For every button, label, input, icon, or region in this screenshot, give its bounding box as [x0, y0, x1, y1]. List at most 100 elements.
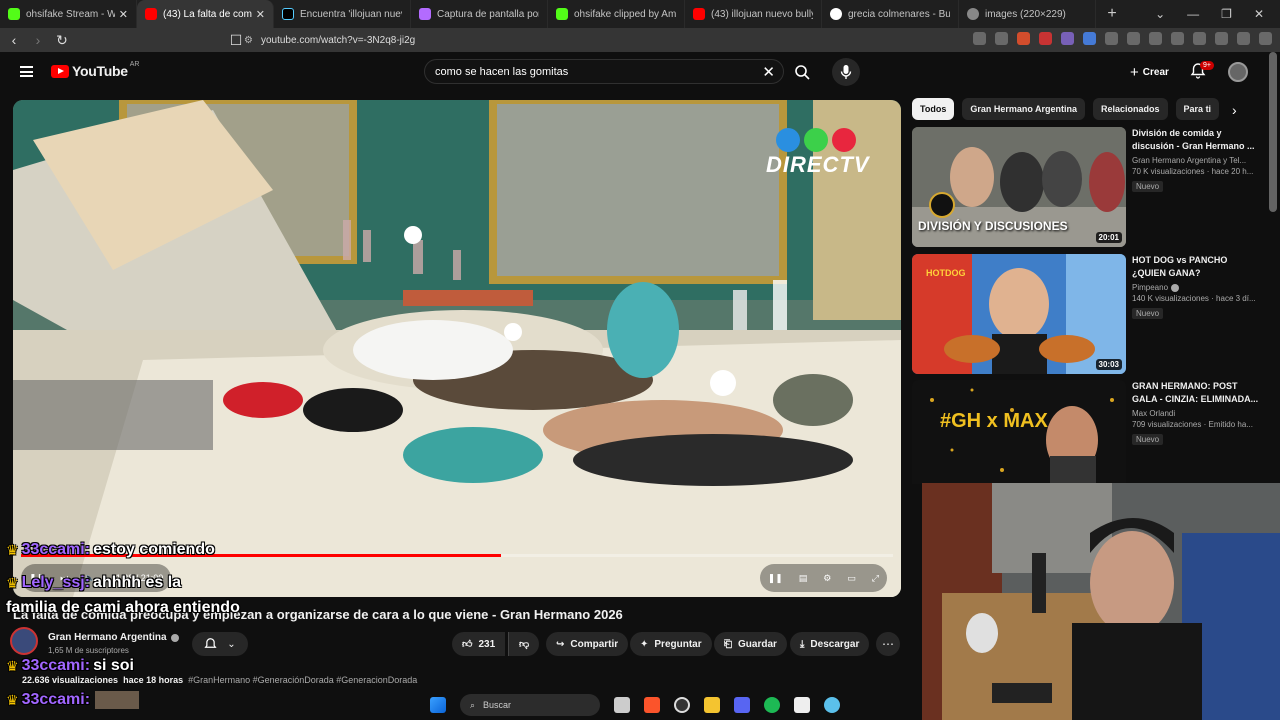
task-view-icon[interactable] [614, 697, 630, 713]
browser-tab[interactable]: (43) illojuan nuevo bully - You [685, 0, 822, 28]
download-button[interactable]: ⤓ Descargar [790, 632, 870, 656]
description-snippet[interactable]: 22.636 visualizaciones hace 18 horas #Gr… [22, 675, 417, 685]
channel-name[interactable]: Gran Hermano Argentina [48, 632, 179, 643]
brave-icon[interactable] [644, 697, 660, 713]
capcut-icon[interactable] [794, 697, 810, 713]
site-info-icon[interactable]: ⚙ [244, 35, 253, 46]
tiktok-icon [282, 8, 294, 20]
share-button[interactable]: ↪ Compartir [546, 632, 629, 656]
back-icon[interactable]: ‹ [4, 30, 24, 50]
chip-relacionados[interactable]: Relacionados [1093, 98, 1168, 120]
video-thumbnail[interactable]: HOTDOG 30:03 [912, 254, 1126, 374]
search-icon: ⌕ [470, 699, 476, 710]
bell-icon [204, 638, 217, 648]
chat-message: ♛ 33ccami: [6, 691, 140, 709]
chevron-right-icon[interactable]: › [1232, 102, 1237, 118]
brave-shield-icon[interactable] [1017, 32, 1030, 45]
extension-icon[interactable] [1083, 32, 1096, 45]
wallet-icon[interactable] [1193, 32, 1206, 45]
chip-todos[interactable]: Todos [912, 98, 955, 120]
fullscreen-icon[interactable]: ⤢ [872, 573, 879, 584]
miniplayer-icon[interactable]: ▭ [847, 573, 856, 584]
recommendation-item[interactable]: DIVISIÓN Y DISCUSIONES 20:01 División de… [912, 127, 1272, 247]
microphone-icon [840, 65, 852, 79]
vpn-icon[interactable] [1237, 32, 1250, 45]
account-avatar[interactable] [1228, 62, 1248, 82]
youtube-logo[interactable]: YouTube AR [51, 61, 139, 79]
webcam-image [922, 483, 1280, 720]
share-icon[interactable] [995, 32, 1008, 45]
browser-tab[interactable]: grecia colmenares - Buscar co [822, 0, 959, 28]
filter-chips: Todos Gran Hermano Argentina Relacionado… [912, 98, 1220, 120]
like-button[interactable]: 👍︎ 231 [452, 632, 506, 656]
globe-icon [967, 8, 979, 20]
screenshot-icon[interactable] [1127, 32, 1140, 45]
dislike-button[interactable]: 👎︎ [508, 632, 540, 656]
clear-search-icon[interactable]: ✕ [762, 63, 775, 81]
minimize-icon[interactable]: — [1187, 7, 1199, 21]
chip-para-ti[interactable]: Para ti [1175, 98, 1220, 120]
video-player[interactable]: DIRECTV ❚❚ ⏭ 🔈 11:38 / 21:00 ❚❚ ▤ ⚙ ▭ ⤢ [13, 100, 901, 597]
obs-icon[interactable] [674, 697, 690, 713]
browser-tab[interactable]: ohsifake Stream - Watch L✕ [0, 0, 137, 28]
bookmark-icon[interactable]: ☐ [226, 30, 246, 50]
leo-icon[interactable] [1215, 32, 1228, 45]
sparkle-icon: ✦ [640, 638, 649, 650]
maximize-icon[interactable]: ❐ [1221, 7, 1232, 21]
search-button[interactable] [787, 58, 817, 85]
close-icon[interactable]: ✕ [256, 8, 265, 21]
address-bar: ‹ › ↻ ☐ ⚙ youtube.com/watch?v=-3N2q8-ji2g [0, 28, 1280, 52]
reload-icon[interactable]: ↻ [52, 30, 72, 50]
notification-badge: 9+ [1200, 61, 1214, 70]
close-icon[interactable]: ✕ [119, 8, 128, 21]
more-actions-button[interactable]: ⋯ [876, 632, 900, 656]
file-explorer-icon[interactable] [704, 697, 720, 713]
thumbs-down-icon: 👎︎ [519, 639, 530, 650]
recommendation-item[interactable]: HOTDOG 30:03 HOT DOG vs PANCHO ¿QUIEN GA… [912, 254, 1272, 374]
video-thumbnail[interactable]: #GH x MAX [912, 380, 1126, 500]
search-input[interactable]: como se hacen las gomitas ✕ [424, 59, 784, 84]
recommendation-item[interactable]: #GH x MAX GRAN HERMANO: POST GALA - CINZ… [912, 380, 1272, 500]
tab-search-icon[interactable]: ⌄ [1155, 7, 1165, 21]
extension-icon[interactable] [1061, 32, 1074, 45]
youtube-header: YouTube AR como se hacen las gomitas ✕ +… [0, 52, 1280, 94]
close-window-icon[interactable]: ✕ [1254, 7, 1264, 21]
browser-tab-active[interactable]: (43) La falta de comida pr✕ [137, 0, 274, 28]
crown-icon: ♛ [6, 691, 19, 708]
cast-icon[interactable] [973, 32, 986, 45]
music-icon[interactable] [1149, 32, 1162, 45]
streamer-webcam [922, 483, 1280, 720]
browser-tab[interactable]: images (220×229) [959, 0, 1096, 28]
browser-tab[interactable]: Encuentra 'illojuan nuevo bully [274, 0, 411, 28]
save-button[interactable]: ⎗ Guardar [714, 632, 787, 656]
new-tab-button[interactable]: + [1100, 5, 1124, 23]
discord-icon[interactable] [734, 697, 750, 713]
subscription-bell-button[interactable]: ⌄ [192, 632, 248, 656]
chevron-down-icon: ⌄ [227, 638, 236, 650]
browser-tab[interactable]: Captura de pantalla por Lightshot [411, 0, 548, 28]
youtube-icon [693, 8, 705, 20]
subtitles-icon[interactable]: ▤ [799, 573, 808, 584]
brave-rewards-icon[interactable] [1039, 32, 1052, 45]
video-thumbnail[interactable]: DIVISIÓN Y DISCUSIONES 20:01 [912, 127, 1126, 247]
voice-search-button[interactable] [832, 58, 860, 86]
menu-icon[interactable] [1259, 32, 1272, 45]
sidebar-icon[interactable] [1171, 32, 1184, 45]
taskbar-search[interactable]: ⌕ Buscar [460, 694, 600, 716]
url-field[interactable]: ⚙ youtube.com/watch?v=-3N2q8-ji2g [244, 31, 415, 49]
directv-watermark: DIRECTV [766, 128, 870, 178]
settings-icon[interactable]: ⚙ [823, 573, 831, 584]
windows-start-icon[interactable] [430, 697, 446, 713]
channel-avatar[interactable] [10, 627, 38, 655]
hamburger-menu-icon[interactable] [20, 66, 33, 77]
puzzle-icon[interactable] [1105, 32, 1118, 45]
app-icon[interactable] [824, 697, 840, 713]
browser-tab[interactable]: ohsifake clipped by AmirAbra [548, 0, 685, 28]
pause-icon[interactable]: ❚❚ [768, 573, 783, 584]
ask-button[interactable]: ✦ Preguntar [630, 632, 712, 656]
forward-icon[interactable]: › [28, 30, 48, 50]
spotify-icon[interactable] [764, 697, 780, 713]
create-button[interactable]: + Crear [1120, 61, 1179, 83]
bookmark-icon: ⎗ [724, 638, 732, 650]
chip-gran-hermano[interactable]: Gran Hermano Argentina [962, 98, 1086, 120]
